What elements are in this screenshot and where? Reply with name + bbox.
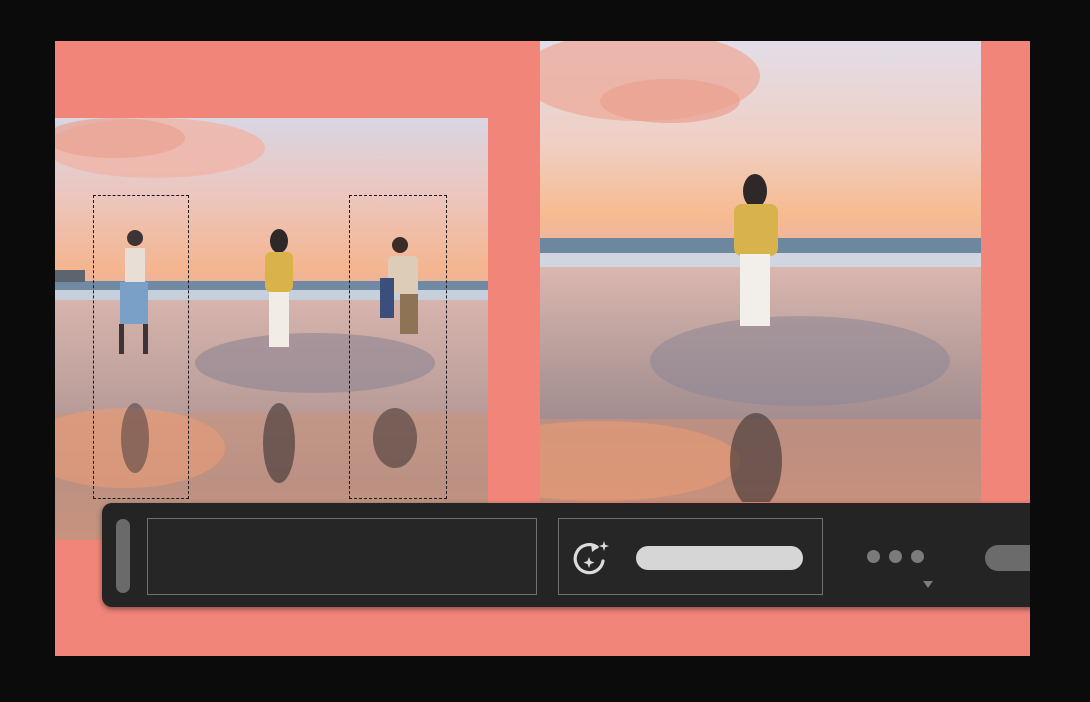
selection-box-right[interactable]	[349, 195, 447, 499]
selection-box-left[interactable]	[93, 195, 189, 499]
canvas-stage	[55, 41, 1030, 656]
toolbar-next-control[interactable]	[985, 545, 1030, 571]
toolbar-drag-handle[interactable]	[116, 519, 130, 593]
more-dot	[867, 550, 880, 563]
more-dot	[889, 550, 902, 563]
after-photo-image	[540, 41, 981, 502]
after-photo[interactable]	[540, 41, 981, 502]
generate-button[interactable]	[558, 518, 823, 595]
caret-down-icon	[923, 581, 933, 588]
before-photo[interactable]	[55, 118, 488, 540]
generate-refresh-sparkle-icon	[573, 541, 609, 575]
prompt-input[interactable]	[147, 518, 537, 595]
more-dot	[911, 550, 924, 563]
generative-toolbar	[102, 503, 1030, 607]
more-options-button[interactable]	[864, 547, 933, 588]
generate-label-bar	[636, 546, 803, 570]
